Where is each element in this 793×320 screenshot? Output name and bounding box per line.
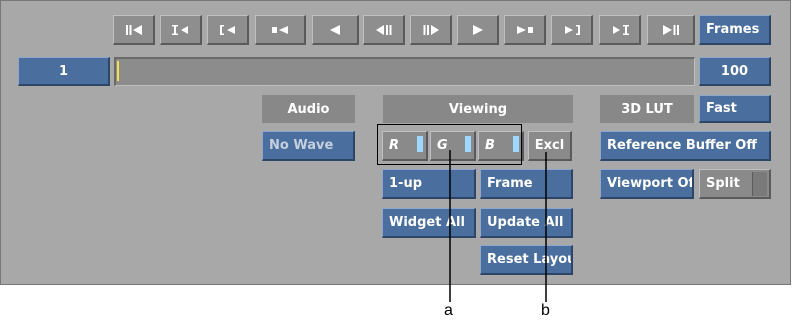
split-button-label: Split: [706, 176, 740, 191]
go-to-end-button[interactable]: [647, 15, 695, 45]
jump-back-button[interactable]: [255, 15, 306, 45]
play-button[interactable]: [457, 15, 499, 45]
exclusive-button[interactable]: Excl: [528, 131, 572, 161]
update-all-button[interactable]: Update All: [480, 208, 573, 238]
split-toggle-tab: [752, 172, 767, 196]
viewing-label: Viewing: [383, 95, 573, 123]
step-forward-button[interactable]: [410, 15, 452, 45]
jump-forward-icon: [516, 25, 533, 34]
widget-all-button[interactable]: Widget All: [382, 208, 476, 238]
lut-mode-button[interactable]: Fast: [699, 95, 771, 123]
play-reverse-icon: [330, 24, 340, 35]
callout-a-label: a: [444, 302, 453, 319]
go-to-in-point-button[interactable]: [160, 15, 202, 45]
callout-b-label: b: [541, 302, 550, 319]
go-to-next-mark-button[interactable]: [551, 15, 593, 45]
playhead-marker[interactable]: [117, 61, 119, 81]
frame-button[interactable]: Frame: [480, 169, 573, 199]
next-mark-icon: [564, 24, 580, 35]
layout-1-up-button[interactable]: 1-up: [382, 169, 476, 199]
no-wave-button[interactable]: No Wave: [262, 131, 355, 161]
reference-buffer-button[interactable]: Reference Buffer Off: [600, 131, 771, 161]
previous-mark-icon: [219, 24, 235, 35]
reset-layout-button[interactable]: Reset Layout: [480, 245, 573, 275]
skip-to-start-icon: [125, 24, 142, 35]
skip-to-end-icon: [662, 24, 679, 35]
step-back-button[interactable]: [363, 15, 405, 45]
jump-back-icon: [272, 25, 288, 34]
current-frame-field[interactable]: 1: [18, 57, 110, 86]
callout-a-box: [377, 124, 522, 165]
viewport-off-button[interactable]: Viewport Off: [600, 169, 694, 199]
play-icon: [472, 24, 483, 35]
end-frame-field[interactable]: 100: [699, 57, 771, 86]
jump-forward-button[interactable]: [504, 15, 546, 45]
go-to-start-button[interactable]: [113, 15, 155, 45]
step-back-icon: [375, 24, 391, 35]
split-button[interactable]: Split: [699, 169, 771, 199]
go-to-out-icon: [612, 24, 629, 35]
go-to-in-icon: [171, 24, 188, 35]
step-forward-icon: [423, 24, 439, 35]
go-to-out-point-button[interactable]: [599, 15, 641, 45]
timeline-scrubber[interactable]: [114, 57, 695, 86]
go-to-previous-mark-button[interactable]: [207, 15, 249, 45]
3d-lut-label: 3D LUT: [600, 95, 694, 123]
play-reverse-button[interactable]: [312, 15, 359, 45]
audio-label: Audio: [262, 95, 355, 123]
frames-button[interactable]: Frames: [699, 15, 771, 45]
